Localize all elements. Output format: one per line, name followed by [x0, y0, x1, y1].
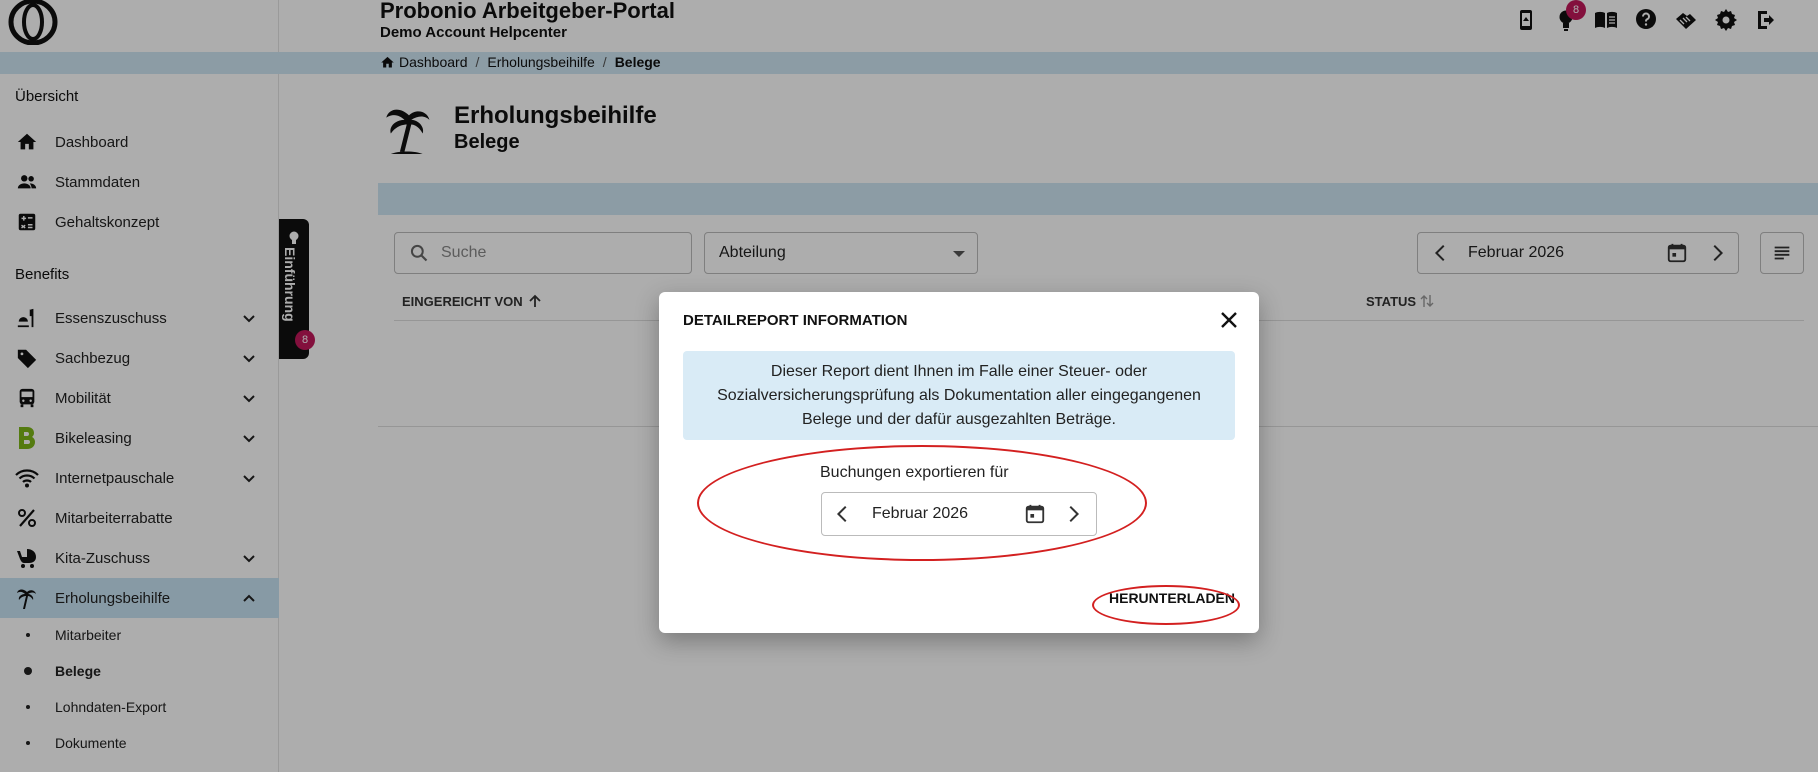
highlight-ring-download [1092, 585, 1240, 625]
info-line: Sozialversicherungsprüfung als Dokumenta… [717, 386, 1201, 404]
highlight-ring-month [697, 445, 1147, 561]
close-button[interactable] [1217, 308, 1241, 332]
close-icon [1221, 312, 1237, 328]
info-box: Dieser Report dient Ihnen im Falle einer… [683, 351, 1235, 440]
info-line: Dieser Report dient Ihnen im Falle einer… [770, 362, 1148, 380]
dialog-title: DETAILREPORT INFORMATION [683, 312, 908, 329]
info-line: Belege und der dafür ausgezahlten Beträg… [801, 410, 1116, 428]
